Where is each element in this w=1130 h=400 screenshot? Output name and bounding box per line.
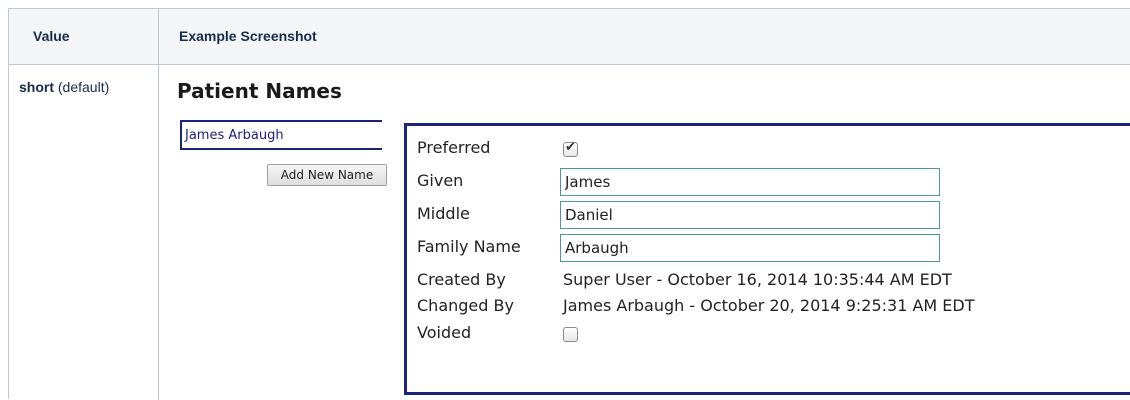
table-header-row: Value Example Screenshot xyxy=(9,9,1130,65)
example-screenshot: Patient Names James Arbaugh Add New Name… xyxy=(159,65,1130,400)
voided-label: Voided xyxy=(417,323,472,342)
patient-names-title: Patient Names xyxy=(177,79,342,103)
created-by-label: Created By xyxy=(417,270,506,289)
created-by-value: Super User - October 16, 2014 10:35:44 A… xyxy=(563,270,952,289)
middle-label: Middle xyxy=(417,204,470,223)
value-cell: short (default) xyxy=(19,79,109,95)
name-detail-panel: Preferred ✔ Given Middle Family Name Cre… xyxy=(404,123,1130,395)
given-name-input[interactable] xyxy=(560,168,940,196)
preferred-checkbox[interactable]: ✔ xyxy=(563,140,578,157)
family-name-label: Family Name xyxy=(417,237,521,256)
column-header-value: Value xyxy=(33,28,70,44)
family-name-input[interactable] xyxy=(560,234,940,262)
value-name: short xyxy=(19,79,54,95)
changed-by-value: James Arbaugh - October 20, 2014 9:25:31… xyxy=(563,296,975,315)
value-default-note: (default) xyxy=(54,79,110,95)
middle-name-input[interactable] xyxy=(560,201,940,229)
voided-checkbox[interactable] xyxy=(563,327,578,342)
documentation-table: Value Example Screenshot short (default)… xyxy=(8,8,1130,400)
column-header-example-screenshot: Example Screenshot xyxy=(179,28,317,44)
name-list-item[interactable]: James Arbaugh xyxy=(180,120,382,150)
checkmark-icon: ✔ xyxy=(565,140,576,155)
add-new-name-button[interactable]: Add New Name xyxy=(267,164,387,186)
changed-by-label: Changed By xyxy=(417,296,514,315)
preferred-label: Preferred xyxy=(417,138,491,157)
given-label: Given xyxy=(417,171,464,190)
